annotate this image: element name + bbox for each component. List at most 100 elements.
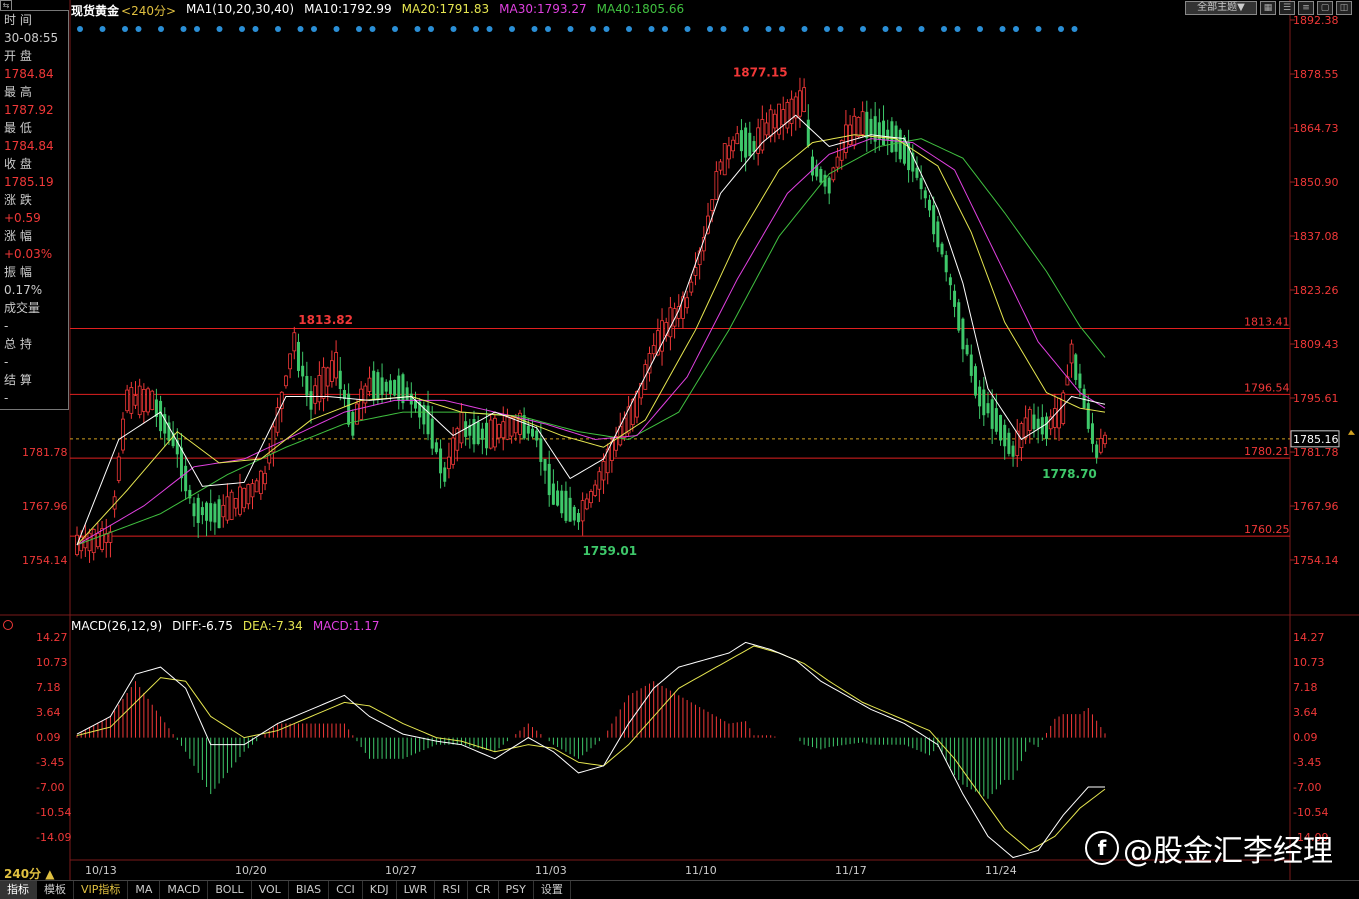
candle-body-down [923,190,927,199]
signal-dot [333,26,340,32]
candle-body-up [580,500,585,522]
ma20-value: MA20:1791.83 [401,2,490,16]
candle-body-up [459,412,464,444]
candle-body-up [835,156,840,168]
candle-body-up [254,480,259,493]
candle-body-down [192,503,196,517]
candle-body-up [133,395,138,406]
candle-body-down [205,502,209,521]
candle-body-down [1074,354,1078,380]
change-label: 涨 跌 [4,193,32,207]
tab-14[interactable]: 设置 [534,881,571,899]
ma-indicator-label: MA1(10,20,30,40) [186,2,295,16]
date-label: 10/13 [85,864,117,877]
candle-body-up [95,532,100,548]
tab-4[interactable]: MACD [160,881,209,899]
signal-dot [860,26,866,32]
tab-7[interactable]: BIAS [289,881,330,899]
volume-value: - [4,319,9,333]
candle-body-up [334,352,338,379]
tab-2[interactable]: VIP指标 [74,881,129,899]
tab-13[interactable]: PSY [499,881,534,899]
candle-body-down [576,513,580,523]
close-label: 收 盘 [4,157,32,171]
candle-body-down [388,380,392,395]
open-value: 1784.84 [4,67,54,81]
candle-body-down [1003,424,1007,447]
signal-dot [662,26,668,32]
candle-body-up [137,385,142,416]
watermark-logo-icon: f [1085,831,1119,865]
candle-body-down [556,490,560,506]
tab-8[interactable]: CCI [329,881,363,899]
list-icon[interactable]: ≡ [1298,1,1314,15]
candle-body-up [831,167,836,181]
candle-body-down [1007,432,1011,454]
signal-dot [1035,26,1042,32]
signal-dot [414,26,421,32]
candle-body-down [1095,444,1099,458]
candle-body-up [221,504,226,518]
grid-icon[interactable]: ▦ [1260,1,1276,15]
candle-body-down [869,118,873,136]
kline-chart[interactable]: 1892.38 1878.55 1864.73 1850.90 1837.08 1823.… [0,0,1359,898]
macd-tick-label: 3.64 [1293,706,1318,719]
candle-body-down [301,365,305,377]
tab-3[interactable]: MA [128,881,161,899]
price-tick-label: 1781.78 [1293,446,1339,459]
candle-body-down [752,141,756,152]
candle-body-down [476,421,480,444]
signal-dot [941,26,947,32]
macd-settings-icon[interactable] [3,620,13,630]
candle-body-down [434,442,438,453]
layout-icon[interactable]: ◫ [1336,1,1352,15]
tab-12[interactable]: CR [468,881,499,899]
candle-body-down [485,422,489,449]
candle-body-down [1032,414,1036,430]
tab-9[interactable]: KDJ [363,881,397,899]
signal-dot [837,26,844,32]
tab-11[interactable]: RSI [435,881,469,899]
signal-dot [648,26,655,32]
candle-body-up [1023,417,1028,438]
candle-body-up [229,491,234,520]
pct-label: 涨 幅 [4,229,32,243]
tab-6[interactable]: VOL [252,881,289,899]
signal-dot [882,26,889,32]
candle-body-down [439,448,443,474]
left-price-tick-label: 1767.96 [22,500,68,513]
candle-body-down [1011,445,1015,457]
table-icon[interactable]: ☰ [1279,1,1295,15]
tab-1[interactable]: 模板 [37,881,74,899]
window-icon[interactable]: ▢ [1317,1,1333,15]
dea-value: DEA:-7.34 [242,619,303,633]
candle-body-up [593,484,598,496]
candle-body-up [505,416,510,440]
candle-body-down [560,490,564,514]
candle-body-up [848,124,852,145]
candle-body-down [376,372,380,400]
candle-body-up [87,532,92,552]
theme-dropdown[interactable]: 全部主题▼ [1185,1,1257,15]
tab-5[interactable]: BOLL [208,881,252,899]
candle-body-up [317,375,322,403]
candle-body-down [948,277,952,286]
signal-dot [252,26,259,32]
ma30-value: MA30:1793.27 [499,2,587,16]
signal-dot [954,26,961,32]
tab-0[interactable]: 指标 [0,881,37,899]
ma40-value: MA40:1805.66 [596,2,685,16]
macd-left-tick-label: -3.45 [36,756,64,769]
candle-body-down [827,177,831,194]
pct-value: +0.03% [4,247,53,261]
signal-dot [194,26,200,32]
quote-info-panel: 时 间 30-08:55 开 盘 1784.84 最 高 1787.92 最 低… [0,10,69,410]
macd-left-tick-label: -7.00 [36,781,64,794]
price-tick-label: 1850.90 [1293,176,1339,189]
candle-body-down [882,120,886,145]
macd-header: MACD(26,12,9) DIFF:-6.75 DEA:-7.34 MACD:… [71,619,380,633]
price-annotation: 1759.01 [582,544,637,558]
tab-10[interactable]: LWR [397,881,436,899]
current-price-label: 1785.16 [1293,433,1339,446]
candle-body-down [209,503,213,522]
